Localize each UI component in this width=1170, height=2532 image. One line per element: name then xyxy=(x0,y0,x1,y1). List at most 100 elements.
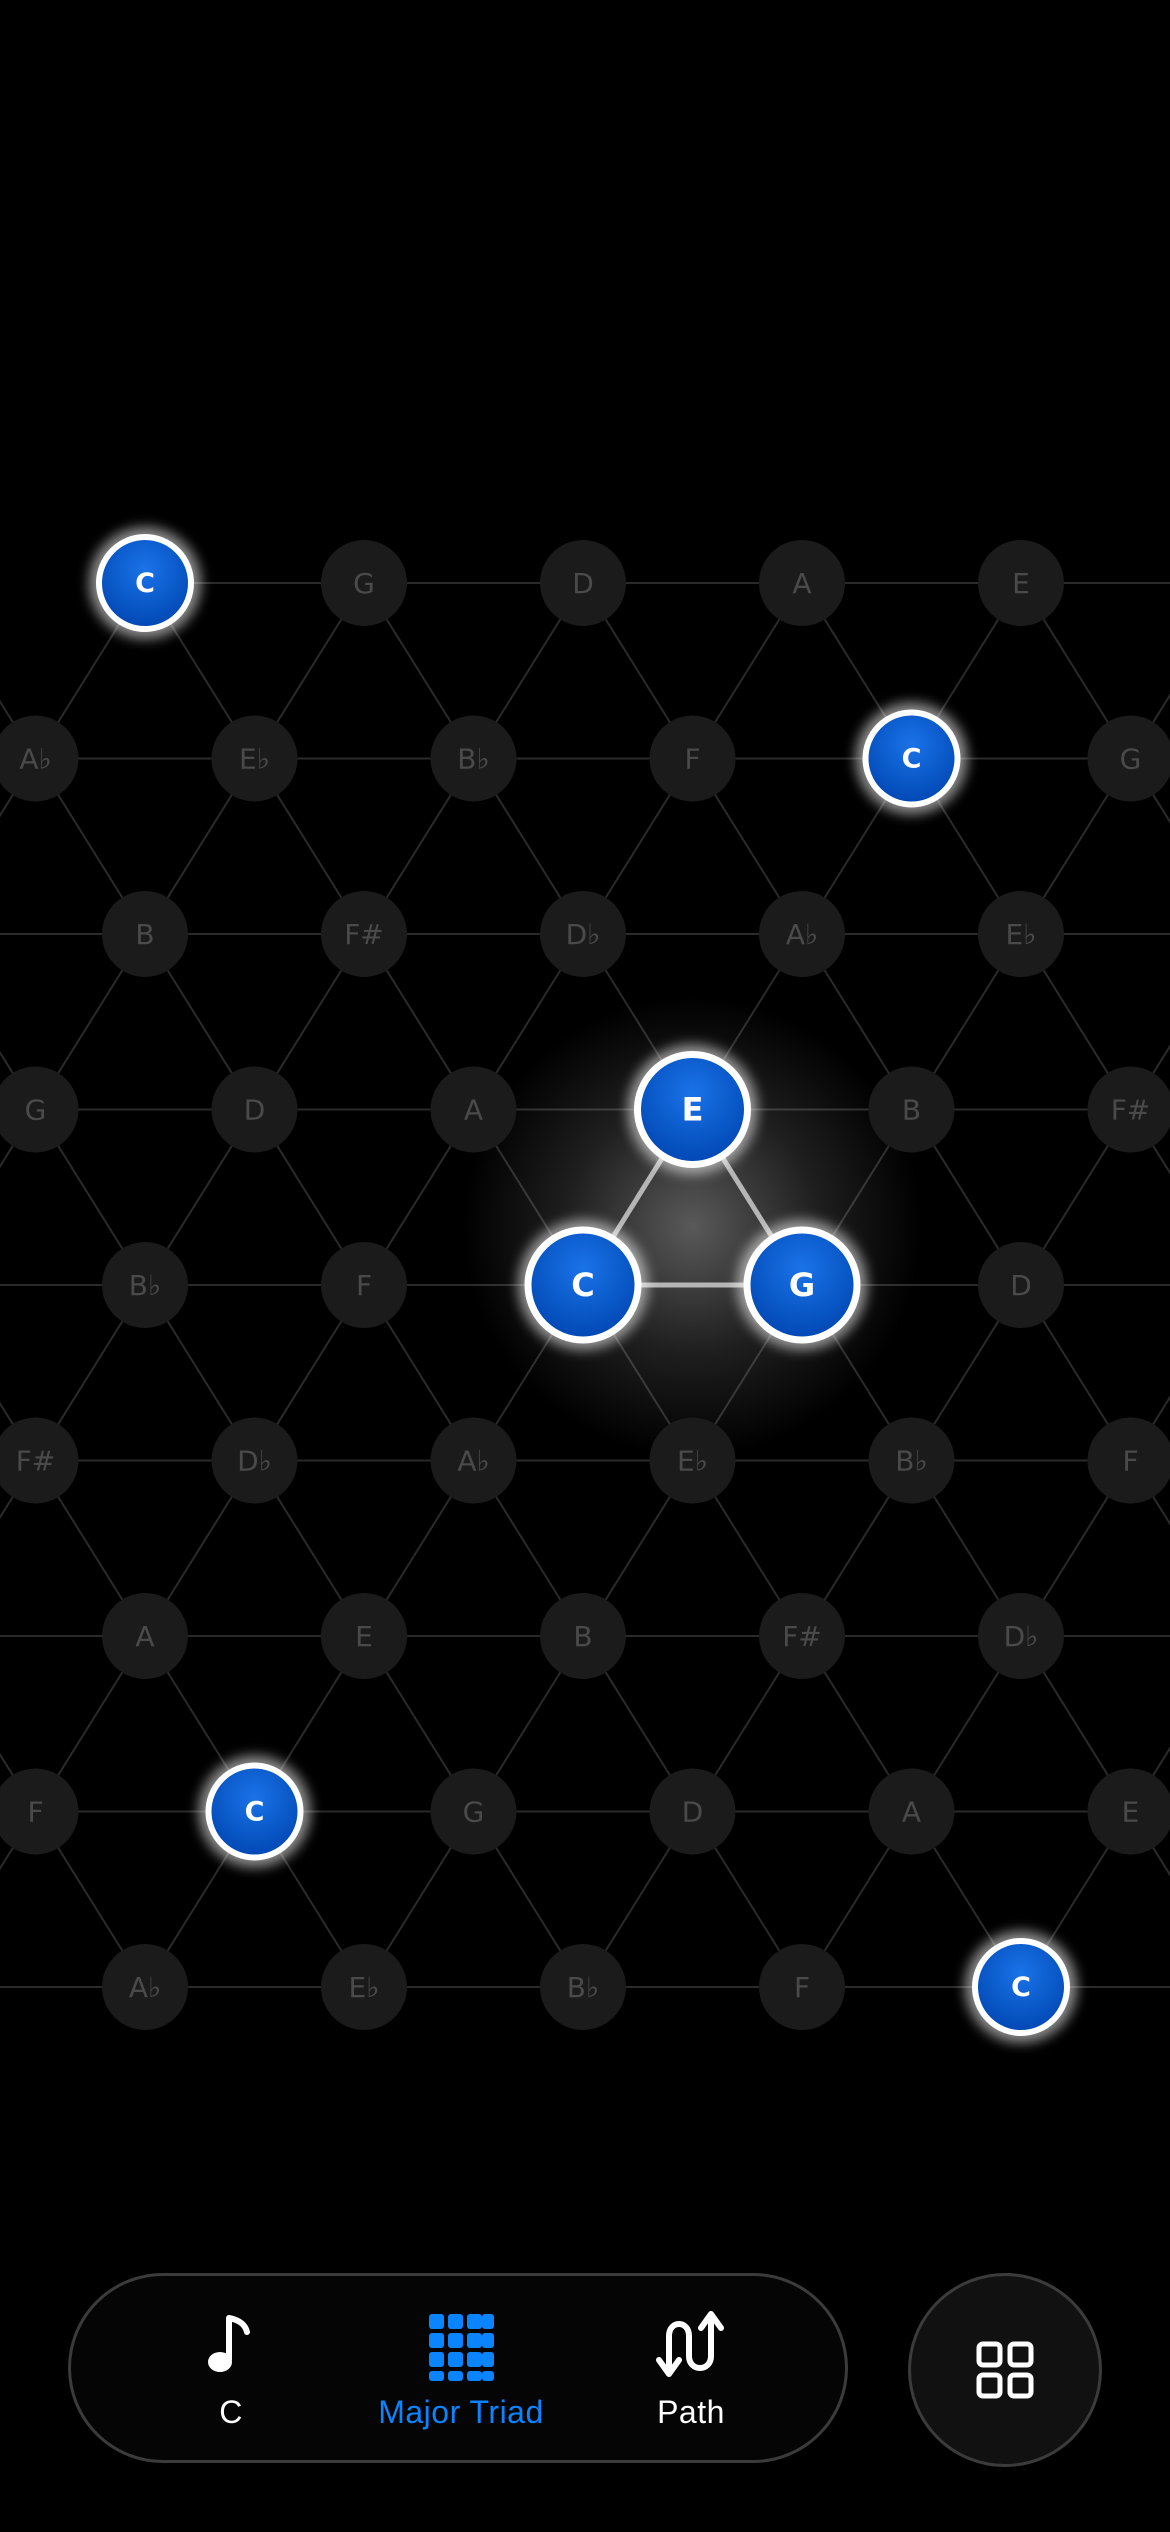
note-label: B♭ xyxy=(457,743,489,776)
tonnetz-lattice[interactable]: C G D A E B A♭ E♭ B♭ F C G B F# D♭ A♭ E♭ G D A E B F# B♭ F C G D F# D… xyxy=(0,0,1170,2532)
note-node-e[interactable]: E xyxy=(321,1593,407,1679)
note-label: D♭ xyxy=(1004,1620,1039,1653)
note-node-bb[interactable]: B♭ xyxy=(868,1417,955,1504)
note-node-a[interactable]: A xyxy=(430,1066,517,1153)
four-squares-icon xyxy=(976,2341,1034,2399)
note-label: F xyxy=(27,1796,43,1829)
note-label: D xyxy=(682,1796,704,1829)
note-label: A♭ xyxy=(19,743,51,776)
note-label: D♭ xyxy=(237,1445,272,1478)
note-node-f#[interactable]: F# xyxy=(321,891,407,977)
note-node-bb[interactable]: B♭ xyxy=(430,715,517,802)
note-label: F xyxy=(1122,1445,1138,1478)
note-label: D♭ xyxy=(566,918,601,951)
note-label: E xyxy=(1122,1796,1140,1829)
note-node-f#[interactable]: F# xyxy=(759,1593,845,1679)
note-label: E♭ xyxy=(239,743,270,776)
note-node-ab[interactable]: A♭ xyxy=(759,891,845,977)
note-node-c[interactable]: C xyxy=(518,1220,648,1350)
note-node-c[interactable]: C xyxy=(89,527,201,639)
note-node-e[interactable]: E xyxy=(627,1044,758,1175)
note-label: B♭ xyxy=(895,1445,927,1478)
music-note-icon xyxy=(208,2315,250,2372)
tab-path[interactable]: Path xyxy=(571,2276,811,2466)
note-label: F xyxy=(794,1971,810,2004)
tab-chord[interactable]: Major Triad xyxy=(341,2276,581,2466)
note-node-c[interactable]: C xyxy=(965,1931,1077,2043)
grid-dots-icon xyxy=(429,2314,494,2381)
note-node-g[interactable]: G xyxy=(737,1220,867,1350)
note-node-f#[interactable]: F# xyxy=(1087,1066,1170,1153)
note-node-eb[interactable]: E♭ xyxy=(211,715,298,802)
note-label: E♭ xyxy=(1006,918,1037,951)
note-label: C xyxy=(135,568,155,599)
note-node-f[interactable]: F xyxy=(321,1242,407,1328)
note-node-db[interactable]: D♭ xyxy=(540,891,626,977)
note-label: D xyxy=(572,567,594,600)
note-label: D xyxy=(244,1094,266,1127)
note-node-g[interactable]: G xyxy=(0,1066,79,1153)
note-node-g[interactable]: G xyxy=(430,1768,517,1855)
note-label: A xyxy=(792,567,811,600)
note-label: F xyxy=(356,1269,372,1302)
note-label: G xyxy=(463,1796,485,1829)
note-label: B xyxy=(135,918,154,951)
note-label: F xyxy=(684,743,700,776)
note-label: A xyxy=(464,1094,483,1127)
note-node-d[interactable]: D xyxy=(649,1768,736,1855)
note-label: B xyxy=(573,1620,592,1653)
note-label: C xyxy=(245,1797,265,1828)
note-node-f[interactable]: F xyxy=(1087,1417,1170,1504)
note-node-f[interactable]: F xyxy=(649,715,736,802)
note-node-d[interactable]: D xyxy=(540,540,626,626)
note-node-eb[interactable]: E♭ xyxy=(321,1944,407,2030)
note-node-c[interactable]: C xyxy=(198,1755,311,1868)
note-node-db[interactable]: D♭ xyxy=(211,1417,298,1504)
note-label: D xyxy=(1010,1269,1032,1302)
tab-note-label: C xyxy=(219,2394,243,2430)
path-arrows-icon xyxy=(656,2311,724,2377)
note-node-a[interactable]: A xyxy=(868,1768,955,1855)
note-label: E xyxy=(355,1620,373,1653)
note-label: A xyxy=(135,1620,154,1653)
note-label: B♭ xyxy=(567,1971,599,2004)
note-node-ab[interactable]: A♭ xyxy=(102,1944,188,2030)
note-node-a[interactable]: A xyxy=(759,540,845,626)
note-node-eb[interactable]: E♭ xyxy=(978,891,1064,977)
note-node-d[interactable]: D xyxy=(978,1242,1064,1328)
note-node-e[interactable]: E xyxy=(1087,1768,1170,1855)
note-node-f#[interactable]: F# xyxy=(0,1417,79,1504)
note-node-bb[interactable]: B♭ xyxy=(102,1242,188,1328)
note-node-ab[interactable]: A♭ xyxy=(430,1417,517,1504)
note-label: G xyxy=(25,1094,47,1127)
note-node-b[interactable]: B xyxy=(868,1066,955,1153)
note-node-eb[interactable]: E♭ xyxy=(649,1417,736,1504)
layout-grid-button[interactable] xyxy=(908,2273,1102,2467)
note-node-db[interactable]: D♭ xyxy=(978,1593,1064,1679)
note-label: C xyxy=(1011,1972,1031,2003)
note-label: F# xyxy=(1111,1094,1151,1127)
note-label: A♭ xyxy=(129,1971,161,2004)
note-label: G xyxy=(353,567,375,600)
note-label: E xyxy=(1012,567,1030,600)
lattice-nodes[interactable]: C G D A E B A♭ E♭ B♭ F C G B F# D♭ A♭ E♭ G D A E B F# B♭ F C G D F# D… xyxy=(0,527,1170,2043)
note-label: C xyxy=(902,744,922,775)
note-node-e[interactable]: E xyxy=(978,540,1064,626)
note-node-g[interactable]: G xyxy=(321,540,407,626)
note-label: E♭ xyxy=(677,1445,708,1478)
tab-bar: C Major Triad Path xyxy=(68,2273,848,2463)
note-node-f[interactable]: F xyxy=(0,1768,79,1855)
note-node-c[interactable]: C xyxy=(855,702,968,815)
note-label: A♭ xyxy=(786,918,818,951)
tab-note[interactable]: C xyxy=(111,2276,351,2466)
note-node-b[interactable]: B xyxy=(102,891,188,977)
note-node-b[interactable]: B xyxy=(540,1593,626,1679)
note-node-f[interactable]: F xyxy=(759,1944,845,2030)
note-node-g[interactable]: G xyxy=(1087,715,1170,802)
tab-path-label: Path xyxy=(657,2394,725,2430)
note-node-d[interactable]: D xyxy=(211,1066,298,1153)
note-node-ab[interactable]: A♭ xyxy=(0,715,79,802)
note-node-bb[interactable]: B♭ xyxy=(540,1944,626,2030)
note-node-a[interactable]: A xyxy=(102,1593,188,1679)
note-label: E♭ xyxy=(349,1971,380,2004)
